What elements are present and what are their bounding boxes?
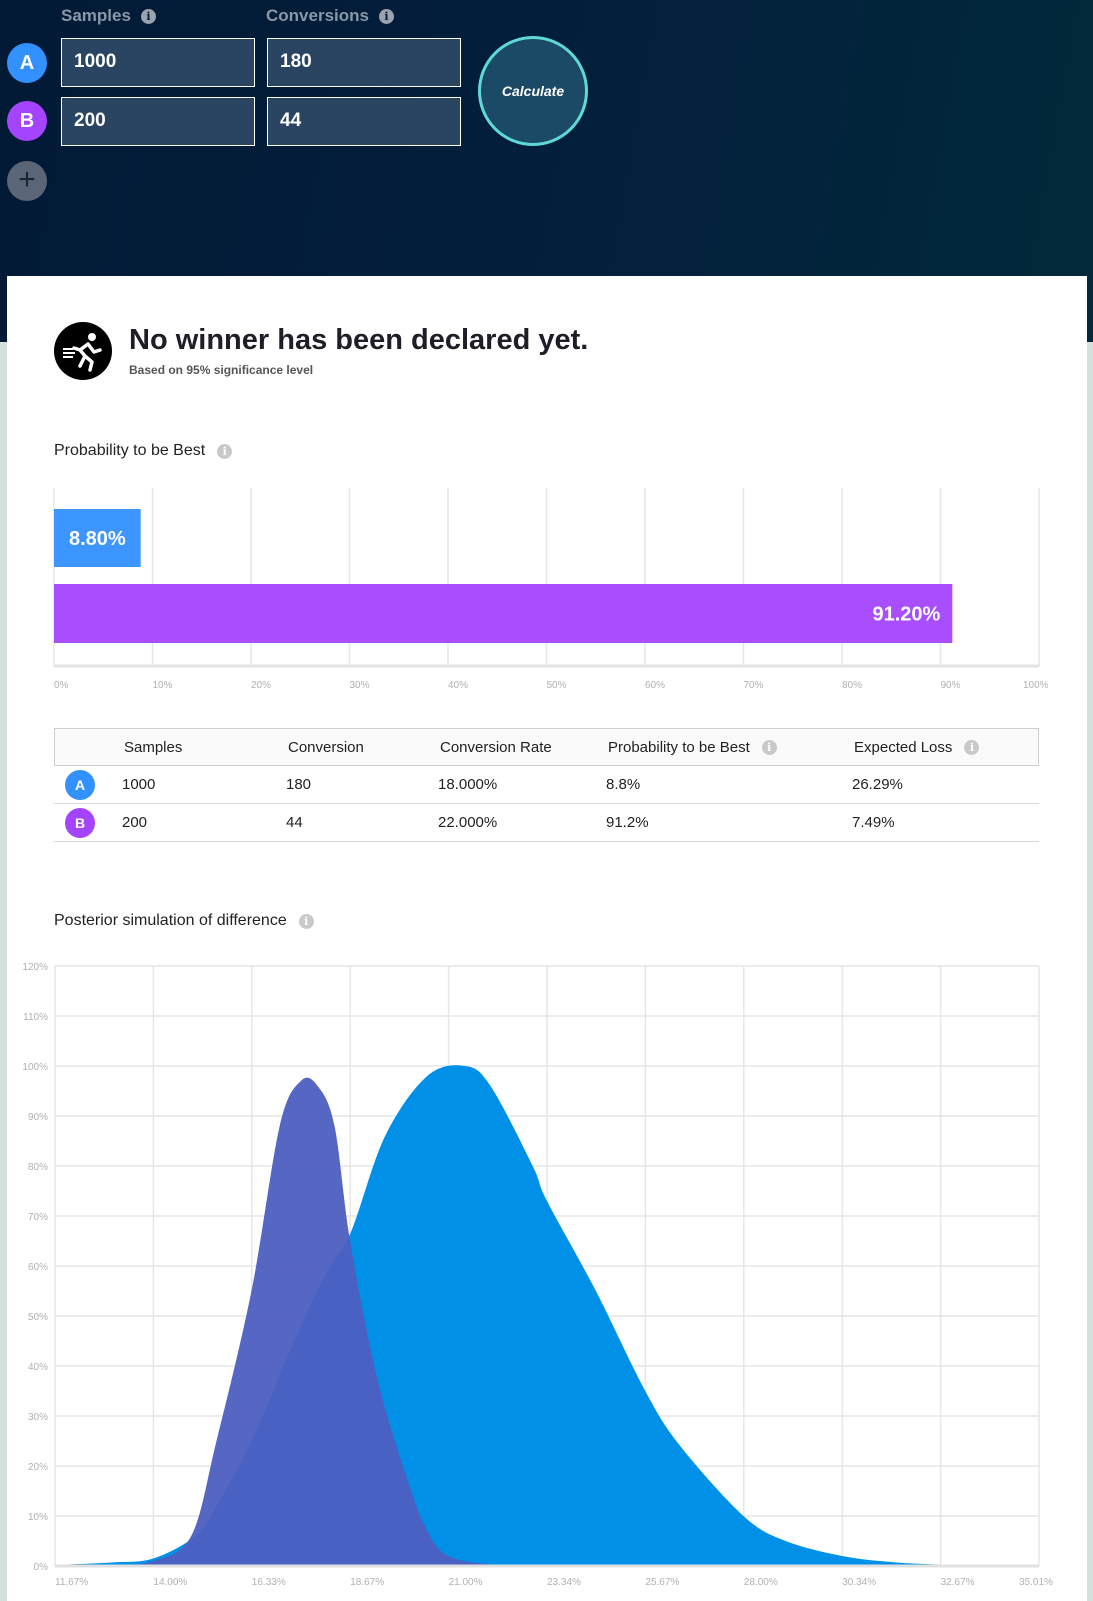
x-tick-label: 20% [251, 680, 271, 691]
x-tick-label: 23.34% [547, 1577, 581, 1588]
probability-bar-chart: 0% 10% 20% 30% 40% 50% 60% 70% 80% 90% 100% 8.80% 91… [53, 488, 1049, 691]
posterior-title-text: Posterior simulation of difference [54, 912, 287, 929]
bar-B [54, 584, 953, 643]
conversions-input-b[interactable]: 44 [267, 97, 461, 146]
samples-input-b[interactable]: 200 [61, 97, 255, 146]
info-icon[interactable]: i [378, 8, 394, 24]
variant-a-badge: A [65, 770, 95, 800]
x-tick-label: 28.00% [744, 1577, 778, 1588]
samples-label: Samples i [61, 6, 156, 26]
table-row: B 200 44 22.000% 91.2% 7.49% [54, 804, 1039, 842]
x-tick-label: 50% [547, 680, 567, 691]
y-tick-label: 20% [28, 1462, 48, 1473]
result-title: No winner has been declared yet. [129, 324, 589, 356]
info-icon[interactable]: i [964, 740, 980, 755]
y-tick-label: 110% [23, 1012, 48, 1023]
conversions-input-a[interactable]: 180 [267, 38, 461, 87]
info-icon[interactable]: i [140, 8, 156, 24]
y-tick-label: 50% [28, 1312, 48, 1323]
x-tick-label: 30.34% [842, 1577, 876, 1588]
probability-section-title: Probability to be Best i [54, 442, 233, 460]
x-tick-label: 18.67% [350, 1577, 384, 1588]
x-tick-label: 25.67% [645, 1577, 679, 1588]
cell-conversion: 180 [286, 776, 312, 793]
add-variant-button[interactable]: + [7, 161, 47, 201]
x-tick-label: 70% [744, 680, 764, 691]
y-tick-label: 60% [28, 1262, 48, 1273]
posterior-section-title: Posterior simulation of difference i [54, 912, 314, 930]
cell-conversion-rate: 22.000% [438, 814, 498, 831]
table-row: A 1000 180 18.000% 8.8% 26.29% [54, 766, 1039, 804]
header-conversion-rate: Conversion Rate [440, 739, 552, 756]
x-tick-label: 16.33% [252, 1577, 286, 1588]
cell-probability: 8.8% [606, 776, 641, 793]
table-header: Samples Conversion Conversion Rate Proba… [54, 728, 1039, 766]
y-tick-label: 40% [28, 1362, 48, 1373]
y-tick-label: 120% [22, 962, 48, 973]
x-tick-label: 21.00% [449, 1577, 483, 1588]
cell-samples: 1000 [122, 776, 156, 793]
info-icon[interactable]: i [298, 913, 314, 929]
conversions-label-text: Conversions [266, 6, 369, 25]
y-tick-label: 90% [28, 1112, 48, 1123]
header-probability-text: Probability to be Best [608, 739, 750, 756]
calculate-button[interactable]: Calculate [478, 36, 588, 146]
y-tick-label: 100% [22, 1062, 48, 1073]
x-tick-label: 0% [54, 680, 69, 691]
x-tick-label: 14.00% [153, 1577, 187, 1588]
bar-label: 8.80% [69, 528, 126, 550]
variant-b-badge: B [7, 101, 47, 141]
results-table: Samples Conversion Conversion Rate Proba… [54, 728, 1039, 842]
cell-probability: 91.2% [606, 814, 649, 831]
samples-label-text: Samples [61, 6, 131, 25]
x-tick-label: 40% [448, 680, 468, 691]
y-tick-label: 80% [28, 1162, 48, 1173]
x-tick-label: 30% [350, 680, 370, 691]
cell-samples: 200 [122, 814, 148, 831]
cell-conversion-rate: 18.000% [438, 776, 498, 793]
bar-label: 91.20% [872, 604, 940, 626]
info-icon[interactable]: i [217, 443, 233, 459]
variant-a-badge: A [7, 43, 47, 83]
runner-icon [54, 322, 112, 380]
cell-conversion: 44 [286, 814, 303, 831]
y-tick-label: 10% [28, 1512, 48, 1523]
x-tick-label: 11.67% [55, 1577, 88, 1588]
info-icon[interactable]: i [761, 740, 777, 755]
x-tick-label: 90% [941, 680, 961, 691]
x-tick-label: 100% [1023, 680, 1049, 691]
header-conversion: Conversion [288, 739, 364, 756]
cell-expected-loss: 7.49% [852, 814, 895, 831]
x-tick-label: 80% [842, 680, 862, 691]
probability-title-text: Probability to be Best [54, 442, 206, 459]
y-tick-label: 30% [28, 1412, 48, 1423]
samples-input-a[interactable]: 1000 [61, 38, 255, 87]
conversions-label: Conversions i [266, 6, 394, 26]
variant-b-badge: B [65, 808, 95, 838]
x-tick-label: 60% [645, 680, 665, 691]
header-probability: Probability to be Best i [608, 729, 777, 766]
posterior-area-chart: 0% 10% 20% 30% 40% 50% 60% 70% 80% 90% 100% 110% 120… [22, 962, 1053, 1588]
result-subtitle: Based on 95% significance level [129, 363, 314, 377]
y-tick-label: 0% [34, 1562, 49, 1573]
header-samples: Samples [124, 739, 183, 756]
x-tick-label: 35.01% [1019, 1577, 1053, 1588]
x-tick-label: 32.67% [941, 1577, 975, 1588]
x-tick-label: 10% [153, 680, 173, 691]
y-tick-label: 70% [28, 1212, 48, 1223]
header-expected-loss-text: Expected Loss [854, 739, 953, 756]
cell-expected-loss: 26.29% [852, 776, 903, 793]
header-expected-loss: Expected Loss i [854, 729, 980, 766]
